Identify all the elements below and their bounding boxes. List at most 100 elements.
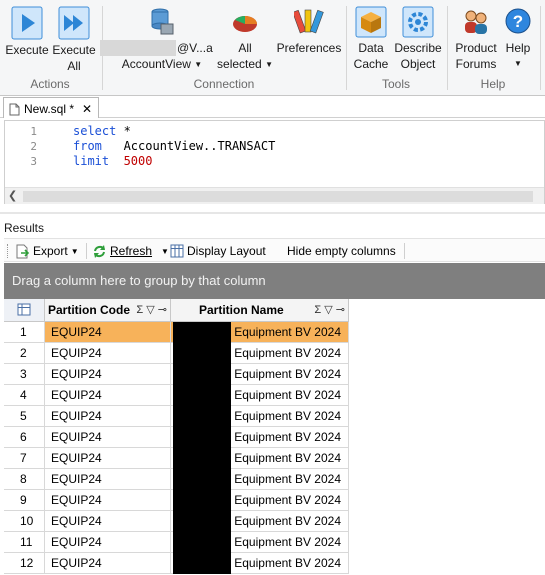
cell-partition-code[interactable]: EQUIP24: [45, 364, 171, 385]
row-number[interactable]: 8: [4, 469, 45, 490]
row-number[interactable]: 12: [4, 553, 45, 574]
row-number[interactable]: 1: [4, 322, 45, 343]
group-label-actions: Actions: [30, 77, 70, 91]
cell-partition-code[interactable]: EQUIP24: [45, 469, 171, 490]
tab-new-sql[interactable]: New.sql * ✕: [3, 97, 100, 118]
cell-partition-code[interactable]: EQUIP24: [45, 343, 171, 364]
table-row[interactable]: 6 EQUIP24 Equipment BV 2024: [4, 427, 349, 448]
refresh-icon: [94, 244, 105, 258]
table-row[interactable]: 8 EQUIP24 Equipment BV 2024: [4, 469, 349, 490]
redacted-area: [173, 322, 231, 343]
data-cache-button[interactable]: Data Cache: [349, 6, 393, 72]
scrollbar-thumb[interactable]: [23, 191, 533, 202]
table-row[interactable]: 11 EQUIP24 Equipment BV 2024: [4, 532, 349, 553]
cell-partition-code[interactable]: EQUIP24: [45, 553, 171, 574]
table-row[interactable]: 4 EQUIP24 Equipment BV 2024: [4, 385, 349, 406]
grid-select-all-icon: [17, 303, 31, 316]
execute-button[interactable]: Execute: [5, 6, 49, 58]
execute-all-button[interactable]: Execute All: [52, 6, 96, 74]
row-number[interactable]: 4: [4, 385, 45, 406]
row-number[interactable]: 6: [4, 427, 45, 448]
cell-partition-code[interactable]: EQUIP24: [45, 532, 171, 553]
fast-forward-icon: [58, 6, 90, 40]
column-header-partition-name[interactable]: Partition Name Σ ▽ ⊸: [171, 299, 349, 322]
table-row[interactable]: 2 EQUIP24 Equipment BV 2024: [4, 343, 349, 364]
refresh-button[interactable]: Refresh ▼: [92, 242, 169, 260]
row-number[interactable]: 10: [4, 511, 45, 532]
users-icon: [465, 10, 487, 34]
sql-number: 5000: [123, 154, 153, 168]
row-selector-header[interactable]: [4, 299, 45, 322]
row-number[interactable]: 5: [4, 406, 45, 427]
table-row[interactable]: 3 EQUIP24 Equipment BV 2024: [4, 364, 349, 385]
table-row[interactable]: 5 EQUIP24 Equipment BV 2024: [4, 406, 349, 427]
redacted-area: [173, 553, 231, 574]
redacted-area: [173, 406, 231, 427]
chevron-down-icon: ▼: [514, 59, 522, 68]
row-number[interactable]: 9: [4, 490, 45, 511]
column-tools-icons[interactable]: Σ ▽ ⊸: [314, 299, 345, 321]
ribbon: Execute Execute All Actions @V...a Accou…: [0, 0, 545, 96]
group-label-help: Help: [480, 77, 506, 91]
code-area[interactable]: select * from AccountView..TRANSACT limi…: [73, 124, 275, 169]
cell-partition-code[interactable]: EQUIP24: [45, 427, 171, 448]
cell-partition-code[interactable]: EQUIP24: [45, 322, 171, 343]
redacted-area: [173, 448, 231, 469]
sql-editor[interactable]: 1 2 3 select * from AccountView..TRANSAC…: [4, 120, 545, 204]
column-header-partition-code[interactable]: Partition Code Σ ▽ ⊸: [45, 299, 171, 322]
cell-partition-code[interactable]: EQUIP24: [45, 511, 171, 532]
horizontal-scrollbar[interactable]: ❮: [5, 187, 544, 204]
table-row[interactable]: 1 EQUIP24 Equipment BV 2024: [4, 322, 349, 343]
redacted-area: [173, 364, 231, 385]
display-layout-button[interactable]: Display Layout: [170, 242, 266, 260]
all-selected-button[interactable]: All selected ▼: [216, 6, 274, 73]
toolbar-separator: [86, 243, 87, 259]
connection-selector[interactable]: @V...a AccountView ▼: [100, 6, 218, 73]
cell-partition-code[interactable]: EQUIP24: [45, 385, 171, 406]
redacted-area: [173, 511, 231, 532]
close-icon[interactable]: ✕: [82, 102, 92, 116]
row-number[interactable]: 2: [4, 343, 45, 364]
color-swatches-icon: [294, 9, 324, 34]
describe-object-button[interactable]: Describe Object: [394, 6, 442, 72]
table-row[interactable]: 7 EQUIP24 Equipment BV 2024: [4, 448, 349, 469]
toolbar-separator: [404, 243, 405, 259]
column-tools-icons[interactable]: Σ ▽ ⊸: [136, 299, 167, 321]
redacted-area: [173, 385, 231, 406]
line-number-gutter: 1 2 3: [5, 121, 45, 187]
scroll-left-icon[interactable]: ❮: [8, 189, 17, 202]
cell-partition-code[interactable]: EQUIP24: [45, 490, 171, 511]
row-number[interactable]: 7: [4, 448, 45, 469]
cell-partition-code[interactable]: EQUIP24: [45, 448, 171, 469]
cube-icon: [355, 6, 387, 38]
export-button[interactable]: Export ▼: [16, 242, 79, 260]
line-number: 3: [30, 155, 37, 168]
document-icon: [9, 103, 20, 115]
table-row[interactable]: 10 EQUIP24 Equipment BV 2024: [4, 511, 349, 532]
help-button[interactable]: ? Help ▼: [502, 6, 534, 72]
product-forums-button[interactable]: Product Forums: [451, 6, 501, 72]
results-grid: Drag a column here to group by that colu…: [4, 263, 545, 575]
results-toolbar: Export ▼ Refresh ▼ Display Layout Hide e…: [4, 238, 545, 262]
chevron-down-icon: ▼: [194, 60, 203, 69]
cell-partition-code[interactable]: EQUIP24: [45, 406, 171, 427]
sql-text: AccountView..TRANSACT: [101, 139, 276, 153]
preferences-button[interactable]: Preferences: [276, 6, 342, 56]
table-row[interactable]: 9 EQUIP24 Equipment BV 2024: [4, 490, 349, 511]
group-by-panel[interactable]: Drag a column here to group by that colu…: [4, 263, 545, 299]
code-line: limit 5000: [73, 154, 275, 169]
redacted-area: [173, 490, 231, 511]
redacted-area: [173, 469, 231, 490]
hide-empty-columns-button[interactable]: Hide empty columns: [287, 242, 396, 260]
row-number[interactable]: 3: [4, 364, 45, 385]
redacted-area: [173, 427, 231, 448]
question-icon: ?: [505, 8, 531, 34]
sql-keyword: from: [73, 139, 102, 153]
row-number[interactable]: 11: [4, 532, 45, 553]
panel-splitter[interactable]: [0, 212, 545, 214]
ribbon-separator: [447, 6, 448, 90]
table-row[interactable]: 12 EQUIP24 Equipment BV 2024: [4, 553, 349, 574]
group-label-connection: Connection: [193, 77, 255, 91]
toolbar-grip[interactable]: [7, 244, 10, 258]
play-icon: [11, 6, 43, 40]
